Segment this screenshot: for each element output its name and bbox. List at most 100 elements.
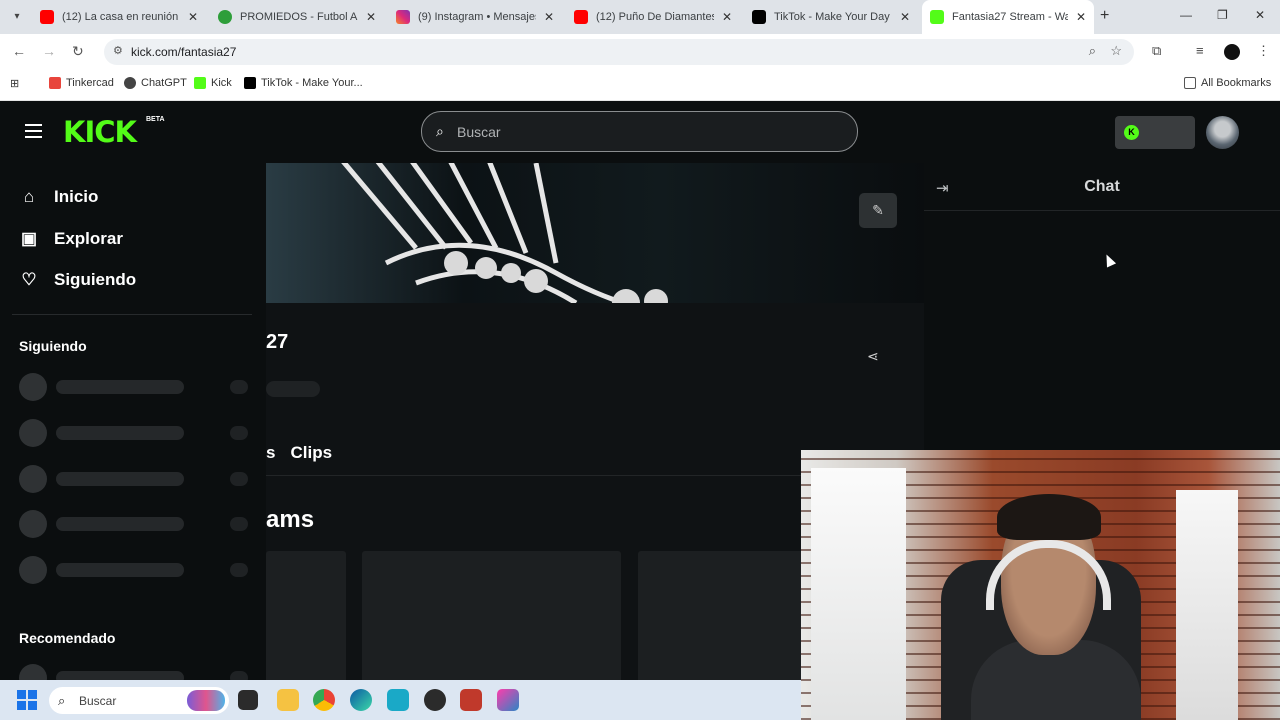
bookmark-item[interactable]: Tinkercad: [49, 77, 114, 89]
browser-tab-active[interactable]: Fantasia27 Stream - Watch ✕: [922, 0, 1094, 34]
tab-partial[interactable]: s: [266, 443, 275, 467]
all-bookmarks[interactable]: All Bookmarks: [1184, 77, 1271, 89]
app-icon[interactable]: [387, 689, 409, 711]
following-heading: Siguiendo: [19, 338, 87, 354]
home-icon: ⌂: [23, 187, 35, 206]
windows-start-icon[interactable]: [17, 690, 37, 710]
chrome-icon[interactable]: [313, 689, 335, 711]
close-icon[interactable]: ✕: [544, 10, 554, 24]
window-right: [1176, 490, 1238, 720]
sidebar-item-explorar[interactable]: ▣ Explorar: [19, 229, 123, 249]
share-icon[interactable]: ⋖: [867, 348, 879, 365]
browser-tab[interactable]: (12) La casa en reunión po ✕: [32, 0, 210, 34]
close-icon[interactable]: ✕: [366, 10, 376, 24]
instagram-icon: [396, 10, 410, 24]
bookmark-item[interactable]: Kick: [194, 77, 232, 89]
bookmark-star-icon[interactable]: ☆: [1110, 43, 1122, 59]
taskbar-search-label: Buscar: [79, 694, 117, 708]
forward-icon[interactable]: →: [42, 43, 56, 59]
obs-icon[interactable]: [424, 689, 446, 711]
skeleton-row: [19, 556, 252, 584]
back-icon[interactable]: ←: [12, 43, 26, 59]
media-control-icon[interactable]: ≡: [1196, 43, 1204, 58]
new-tab-icon[interactable]: +: [1100, 7, 1109, 25]
tab-search-icon[interactable]: ▾: [6, 7, 28, 27]
tab-clips[interactable]: Clips: [290, 443, 332, 467]
windows-taskbar: ⌕ Buscar: [0, 680, 801, 720]
restore-icon[interactable]: ❐: [1217, 8, 1228, 22]
sidebar-item-siguiendo[interactable]: ♡ Siguiendo: [19, 270, 136, 290]
extensions-icon[interactable]: ⧉: [1152, 43, 1161, 59]
tab-title: (9) Instagram • Mensajes: [418, 11, 536, 23]
bookmarks-bar: ⊞ Tinkercad ChatGPT Kick TikTok - Make Y…: [0, 70, 1280, 101]
chatgpt-icon: [124, 77, 136, 89]
file-explorer-icon[interactable]: [277, 689, 299, 711]
edge-icon[interactable]: [350, 689, 372, 711]
taskbar-search[interactable]: ⌕ Buscar: [49, 687, 229, 714]
app-icon[interactable]: [460, 689, 482, 711]
youtube-icon: [40, 10, 54, 24]
tinkercad-icon: [49, 77, 61, 89]
close-icon[interactable]: ✕: [1076, 10, 1086, 24]
follower-count-skeleton: [266, 381, 320, 397]
browser-tab[interactable]: TikTok - Make Your Day ✕: [744, 0, 922, 34]
apps-icon[interactable]: ⊞: [10, 77, 19, 90]
bookmark-item[interactable]: ChatGPT: [124, 77, 187, 89]
app-icon[interactable]: [497, 689, 519, 711]
heart-icon: ♡: [21, 270, 37, 289]
tab-strip: ▾ (12) La casa en reunión po ✕ PROMIEDOS…: [0, 0, 1280, 34]
zoom-icon[interactable]: ⌕: [1089, 43, 1096, 59]
reload-icon[interactable]: ↻: [72, 43, 84, 60]
task-view-icon[interactable]: [238, 690, 258, 710]
user-avatar[interactable]: [1206, 116, 1239, 149]
minimize-icon[interactable]: —: [1180, 8, 1192, 22]
sidebar-item-inicio[interactable]: ⌂ Inicio: [19, 187, 99, 207]
chat-title: Chat: [1084, 178, 1120, 195]
skeleton-row: [19, 373, 252, 401]
bookmark-item[interactable]: TikTok - Make Your...: [244, 77, 363, 89]
search-highlight-art: [187, 690, 225, 711]
edit-banner-button[interactable]: ✎: [859, 193, 897, 228]
kick-balance-button[interactable]: K: [1115, 116, 1195, 149]
stream-card-skeleton[interactable]: [362, 551, 621, 680]
browser-tab[interactable]: PROMIEDOS - Futbol Arge ✕: [210, 0, 388, 34]
search-bar[interactable]: ⌕: [421, 111, 858, 152]
tab-title: Fantasia27 Stream - Watch: [952, 11, 1068, 23]
skeleton-row: [19, 510, 252, 538]
tab-title: TikTok - Make Your Day: [774, 11, 890, 23]
sidebar-item-label: Inicio: [54, 187, 99, 206]
hamburger-menu-icon[interactable]: [25, 124, 42, 138]
skeleton-row: [19, 465, 252, 493]
close-icon[interactable]: ✕: [722, 10, 732, 24]
sidebar: ⌂ Inicio ▣ Explorar ♡ Siguiendo Siguiend…: [0, 163, 266, 680]
youtube-icon: [574, 10, 588, 24]
bookmark-label: Kick: [211, 77, 232, 89]
window-close-icon[interactable]: ✕: [1255, 8, 1265, 22]
menu-icon[interactable]: ⋮: [1257, 43, 1270, 59]
close-icon[interactable]: ✕: [188, 10, 198, 24]
bookmark-label: TikTok - Make Your...: [261, 77, 363, 89]
stream-card-skeleton[interactable]: [266, 551, 346, 680]
chat-header: ⇥ Chat: [924, 163, 1280, 211]
site-info-icon[interactable]: ⚙: [113, 44, 123, 57]
mouse-cursor: [1101, 252, 1117, 268]
top-navbar: KICK BETA ⌕ K: [0, 101, 1280, 163]
kick-logo[interactable]: KICK: [63, 115, 137, 149]
channel-name: 27: [266, 331, 289, 353]
section-title: ams: [266, 506, 315, 533]
all-bookmarks-label: All Bookmarks: [1201, 77, 1272, 89]
sidebar-divider: [12, 314, 252, 315]
search-input[interactable]: [457, 120, 837, 144]
browser-tab[interactable]: (9) Instagram • Mensajes ✕: [388, 0, 566, 34]
browser-tab[interactable]: (12) Puño De Diamantes | ✕: [566, 0, 744, 34]
channel-tabs: s Clips: [266, 443, 347, 467]
omnibox[interactable]: ⚙ kick.com/fantasia27 ⌕ ☆: [104, 39, 1134, 65]
close-icon[interactable]: ✕: [900, 10, 910, 24]
address-bar: ← → ↻ ⚙ kick.com/fantasia27 ⌕ ☆ ⧉ ≡ ⋮: [0, 34, 1280, 70]
profile-avatar[interactable]: [1224, 44, 1240, 60]
search-icon: ⌕: [436, 123, 444, 139]
recommended-heading: Recomendado: [19, 630, 116, 646]
url-text[interactable]: kick.com/fantasia27: [131, 45, 236, 59]
skeleton-row: [19, 664, 252, 680]
tab-title: PROMIEDOS - Futbol Arge: [240, 11, 358, 23]
